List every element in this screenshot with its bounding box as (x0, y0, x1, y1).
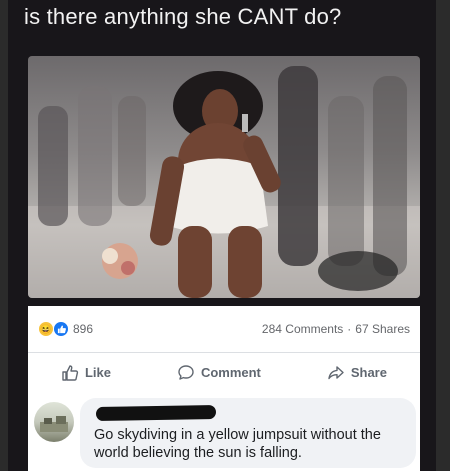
avatar-picture (40, 416, 68, 432)
redacted-commenter-name (95, 404, 217, 422)
comment-button-label: Comment (200, 365, 261, 380)
post-caption: is there anything she CANT do? (24, 4, 342, 29)
speech-bubble-icon (177, 364, 195, 382)
haha-reaction-icon: 😆 (38, 321, 54, 337)
engagement-counts: 284 Comments · 67 Shares (262, 322, 410, 336)
meme-frame: is there anything she CANT do? 😆 896 284… (8, 0, 436, 471)
share-count-link[interactable]: 67 Shares (355, 322, 410, 336)
stats-separator: · (347, 322, 352, 336)
like-reaction-icon (53, 321, 69, 337)
reactions-stats-bar: 😆 896 284 Comments · 67 Shares (28, 306, 420, 352)
thumbs-up-icon (61, 364, 79, 382)
share-arrow-icon (327, 364, 345, 382)
reaction-summary[interactable]: 😆 896 (38, 321, 93, 337)
comment-section: Go skydiving in a yellow jumpsuit withou… (28, 392, 420, 471)
comment-button[interactable]: Comment (177, 364, 261, 382)
post-photo[interactable] (28, 56, 420, 298)
commenter-avatar[interactable] (34, 402, 74, 442)
reaction-count: 896 (73, 322, 94, 336)
comment-bubble[interactable]: Go skydiving in a yellow jumpsuit withou… (80, 398, 416, 468)
share-button-label: Share (350, 365, 387, 380)
comment-count-link[interactable]: 284 Comments (262, 322, 343, 336)
like-button[interactable]: Like (61, 364, 111, 382)
photo-illustration (28, 66, 420, 298)
comment-text: Go skydiving in a yellow jumpsuit withou… (94, 427, 381, 461)
like-button-label: Like (84, 365, 111, 380)
post-actions-bar: Like Comment Share (28, 352, 420, 392)
share-button[interactable]: Share (327, 364, 387, 382)
